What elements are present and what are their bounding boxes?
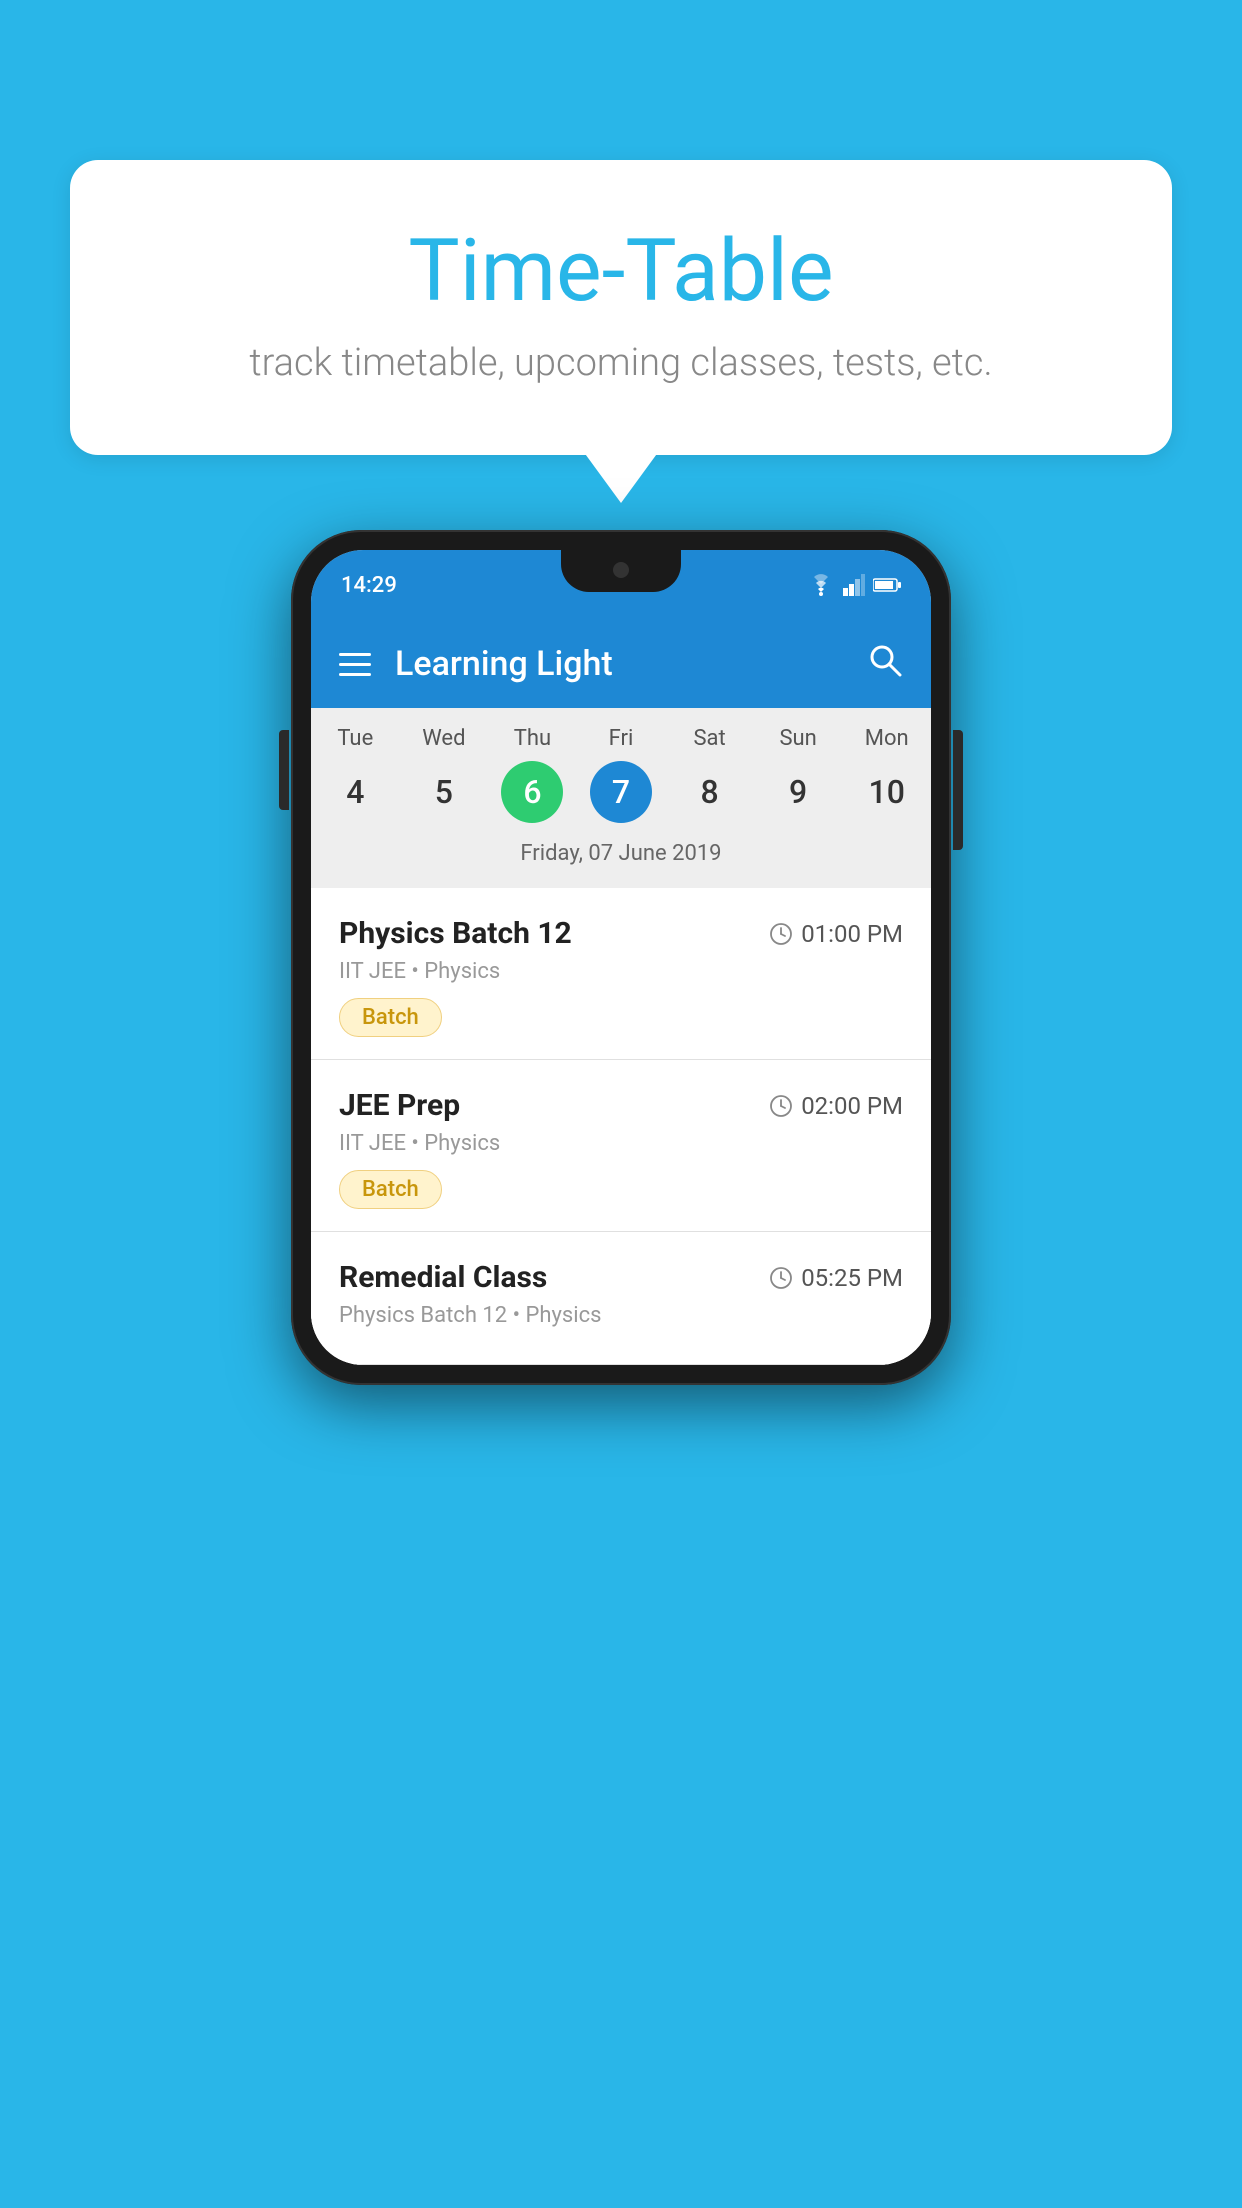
status-icons <box>807 574 901 596</box>
item-3-title: Remedial Class <box>339 1260 547 1295</box>
item-1-sub: IIT JEE • Physics <box>339 959 903 984</box>
phone-body: 14:29 <box>291 530 951 1385</box>
selected-date: Friday, 07 June 2019 <box>311 833 931 880</box>
item-2-header: JEE Prep 02:00 PM <box>339 1088 903 1123</box>
signal-icon <box>843 574 865 596</box>
item-2-badge: Batch <box>339 1170 442 1209</box>
item-1-badge: Batch <box>339 998 442 1037</box>
clock-icon-3 <box>769 1266 793 1290</box>
speech-bubble: Time-Table track timetable, upcoming cla… <box>70 160 1172 455</box>
day-8[interactable]: 8 <box>665 761 754 823</box>
item-1-header: Physics Batch 12 01:00 PM <box>339 916 903 951</box>
day-label-thu: Thu <box>488 726 577 751</box>
item-3-sub: Physics Batch 12 • Physics <box>339 1303 903 1328</box>
day-7-selected[interactable]: 7 <box>590 761 652 823</box>
wifi-icon <box>807 574 835 596</box>
day-label-fri: Fri <box>577 726 666 751</box>
menu-icon[interactable] <box>339 653 371 676</box>
app-title: Learning Light <box>395 644 613 684</box>
item-1-title: Physics Batch 12 <box>339 916 572 951</box>
search-button[interactable] <box>867 642 903 687</box>
day-label-tue: Tue <box>311 726 400 751</box>
day-numbers: 4 5 6 7 8 9 10 <box>311 761 931 823</box>
clock-icon-2 <box>769 1094 793 1118</box>
item-2-title: JEE Prep <box>339 1088 460 1123</box>
calendar-strip: Tue Wed Thu Fri Sat Sun Mon 4 5 6 7 8 9 … <box>311 708 931 888</box>
day-labels: Tue Wed Thu Fri Sat Sun Mon <box>311 726 931 751</box>
day-6-today[interactable]: 6 <box>501 761 563 823</box>
day-10[interactable]: 10 <box>842 761 931 823</box>
day-5[interactable]: 5 <box>400 761 489 823</box>
phone-mockup: 14:29 <box>291 530 951 1385</box>
notch <box>561 550 681 592</box>
schedule-item-3[interactable]: Remedial Class 05:25 PM Physics Batch 12… <box>311 1232 931 1365</box>
item-3-header: Remedial Class 05:25 PM <box>339 1260 903 1295</box>
day-label-mon: Mon <box>842 726 931 751</box>
status-bar: 14:29 <box>311 550 931 620</box>
battery-icon <box>873 577 901 593</box>
item-3-time: 05:25 PM <box>769 1264 903 1292</box>
bubble-subtitle: track timetable, upcoming classes, tests… <box>150 341 1092 385</box>
bubble-title: Time-Table <box>150 220 1092 321</box>
item-2-time: 02:00 PM <box>769 1092 903 1120</box>
status-time: 14:29 <box>341 573 397 598</box>
app-header: Learning Light <box>311 620 931 708</box>
item-1-time: 01:00 PM <box>769 920 903 948</box>
day-4[interactable]: 4 <box>311 761 400 823</box>
day-label-sat: Sat <box>665 726 754 751</box>
clock-icon-1 <box>769 922 793 946</box>
header-left: Learning Light <box>339 644 613 684</box>
phone-screen: 14:29 <box>311 550 931 1365</box>
schedule-list: Physics Batch 12 01:00 PM IIT JEE • Phys… <box>311 888 931 1365</box>
schedule-item-2[interactable]: JEE Prep 02:00 PM IIT JEE • Physics Batc… <box>311 1060 931 1232</box>
speech-bubble-section: Time-Table track timetable, upcoming cla… <box>70 160 1172 455</box>
schedule-item-1[interactable]: Physics Batch 12 01:00 PM IIT JEE • Phys… <box>311 888 931 1060</box>
day-label-sun: Sun <box>754 726 843 751</box>
day-9[interactable]: 9 <box>754 761 843 823</box>
item-2-sub: IIT JEE • Physics <box>339 1131 903 1156</box>
day-label-wed: Wed <box>400 726 489 751</box>
camera <box>613 562 629 578</box>
